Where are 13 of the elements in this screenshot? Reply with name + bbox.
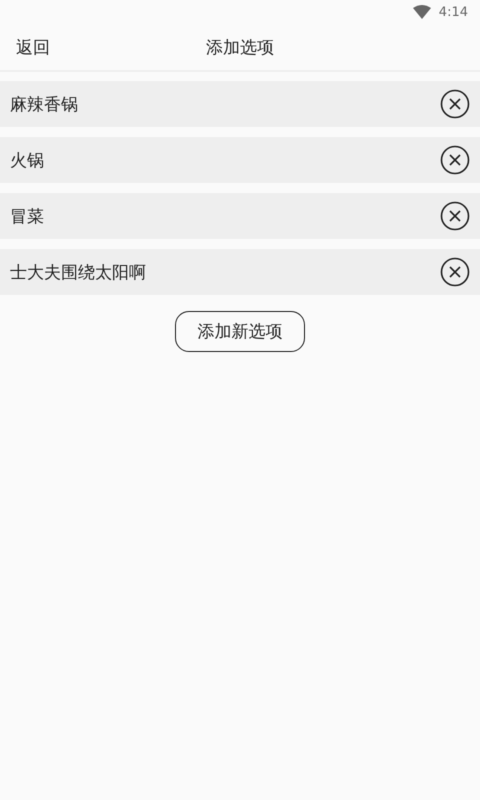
remove-button[interactable] xyxy=(440,257,470,287)
wifi-icon xyxy=(412,5,431,19)
remove-button[interactable] xyxy=(440,89,470,119)
page-title: 添加选项 xyxy=(206,36,274,58)
status-time: 4:14 xyxy=(438,4,468,20)
back-link[interactable]: 返回 xyxy=(0,38,50,58)
remove-button[interactable] xyxy=(440,145,470,175)
option-label: 麻辣香锅 xyxy=(10,94,78,116)
option-label: 士大夫围绕太阳啊 xyxy=(10,262,146,284)
remove-button[interactable] xyxy=(440,201,470,231)
option-label: 冒菜 xyxy=(10,206,44,228)
option-label: 火锅 xyxy=(10,150,44,172)
add-option-button[interactable]: 添加新选项 xyxy=(175,311,305,352)
